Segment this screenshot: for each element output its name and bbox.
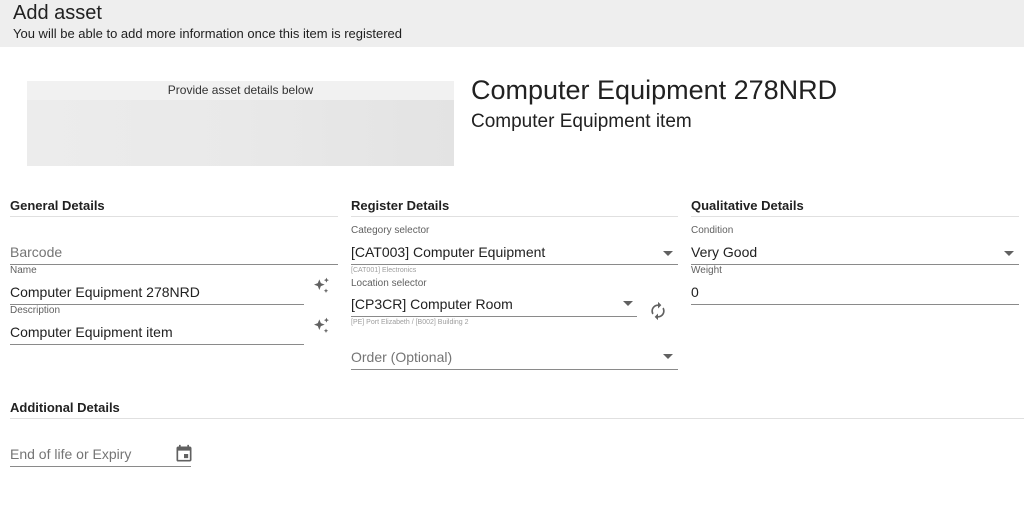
page-header: Add asset You will be able to add more i… — [0, 0, 1024, 47]
name-label: Name — [10, 265, 37, 276]
category-underline — [351, 264, 678, 265]
condition-underline — [691, 264, 1019, 265]
register-details-title: Register Details — [351, 198, 450, 213]
location-underline — [351, 316, 637, 317]
image-area-hint: Provide asset details below — [167, 83, 314, 97]
chevron-down-icon[interactable] — [623, 301, 633, 306]
calendar-icon[interactable] — [174, 444, 194, 464]
page-subtitle: You will be able to add more information… — [13, 26, 403, 41]
order-underline — [351, 369, 678, 370]
description-underline — [10, 344, 304, 345]
sparkle-icon[interactable] — [311, 316, 331, 336]
description-value: Computer Equipment item — [10, 324, 173, 340]
weight-underline — [691, 304, 1019, 305]
chevron-down-icon[interactable] — [1004, 251, 1014, 256]
weight-label: Weight — [691, 265, 722, 276]
barcode-underline — [10, 264, 338, 265]
register-details-divider — [351, 216, 678, 217]
qualitative-details-divider — [691, 216, 1019, 217]
condition-value: Very Good — [691, 244, 758, 260]
additional-details-title: Additional Details — [10, 400, 120, 415]
expiry-underline — [10, 466, 191, 467]
asset-name-heading: Computer Equipment 278NRD — [471, 75, 838, 105]
asset-description-heading: Computer Equipment item — [471, 111, 692, 132]
weight-value: 0 — [691, 284, 699, 300]
location-label: Location selector — [351, 278, 427, 289]
chevron-down-icon[interactable] — [663, 251, 673, 256]
sparkle-icon[interactable] — [311, 276, 331, 296]
page-title: Add asset — [13, 2, 102, 24]
chevron-down-icon[interactable] — [663, 354, 673, 359]
barcode-placeholder: Barcode — [10, 244, 63, 260]
description-label: Description — [10, 305, 61, 316]
general-details-title: General Details — [10, 198, 105, 213]
qualitative-details-title: Qualitative Details — [691, 198, 804, 213]
name-value: Computer Equipment 278NRD — [10, 284, 200, 300]
category-hint: [CAT001] Electronics — [351, 267, 417, 274]
asset-image-area[interactable]: Provide asset details below — [27, 81, 454, 166]
expiry-placeholder: End of life or Expiry — [10, 446, 132, 462]
category-label: Category selector — [351, 225, 430, 236]
category-value: [CAT003] Computer Equipment — [351, 244, 546, 260]
order-placeholder: Order (Optional) — [351, 349, 453, 365]
refresh-icon[interactable] — [648, 301, 668, 321]
location-hint: [PE] Port Elizabeth / [B002] Building 2 — [351, 319, 469, 326]
general-details-divider — [10, 216, 338, 217]
location-value: [CP3CR] Computer Room — [351, 296, 513, 312]
condition-label: Condition — [691, 225, 734, 236]
additional-details-divider — [10, 418, 1024, 419]
